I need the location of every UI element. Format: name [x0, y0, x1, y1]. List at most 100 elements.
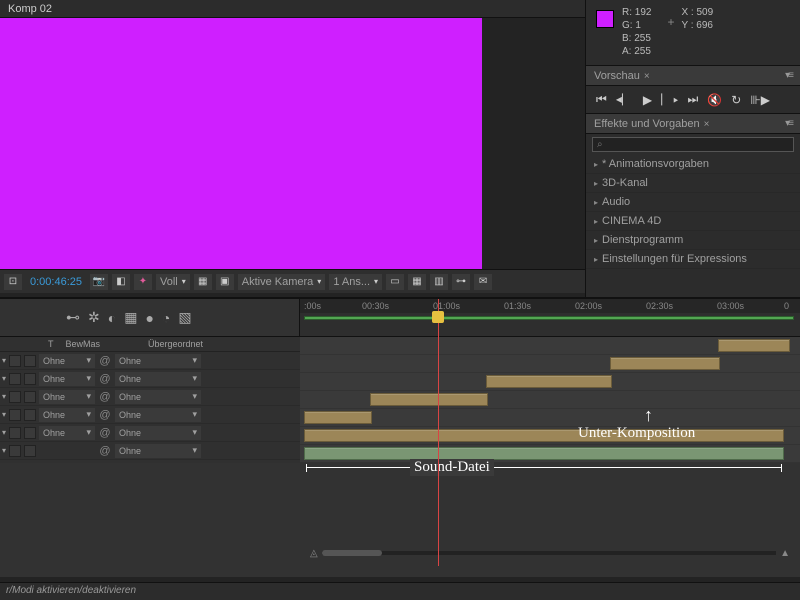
effects-category[interactable]: ▸CINEMA 4D	[586, 212, 800, 231]
pickwhip-icon[interactable]: @	[98, 408, 112, 422]
parent-dropdown[interactable]: Ohne▾	[115, 444, 201, 458]
motion-blur-icon[interactable]: ◐	[108, 310, 116, 326]
effects-category[interactable]: ▸3D-Kanal	[586, 174, 800, 193]
parent-dropdown[interactable]: Ohne▾	[115, 390, 201, 404]
effects-search-input[interactable]	[592, 137, 794, 152]
switch-toggle[interactable]	[9, 391, 21, 403]
effects-category[interactable]: ▸Einstellungen für Expressions	[586, 250, 800, 269]
zoom-handle[interactable]	[322, 550, 382, 556]
parent-dropdown[interactable]: Ohne▾	[115, 426, 201, 440]
play-icon[interactable]: ▶	[643, 93, 652, 107]
prev-frame-icon[interactable]: ◂⎸	[616, 92, 634, 107]
last-frame-icon[interactable]: ⏭	[688, 92, 699, 107]
mute-icon[interactable]: 🔇	[707, 93, 722, 107]
reset-exposure-icon[interactable]: ✉	[474, 274, 492, 290]
pickwhip-icon[interactable]: @	[98, 354, 112, 368]
track-row[interactable]	[300, 445, 800, 463]
chevron-down-icon[interactable]: ▾	[2, 446, 6, 455]
switch-toggle[interactable]	[9, 427, 21, 439]
magnify-icon[interactable]: ⊡	[4, 274, 22, 290]
views-dropdown[interactable]: 1 Ans...▾	[329, 274, 382, 290]
magnification-dropdown[interactable]: Voll▾	[156, 274, 190, 290]
track-area[interactable]: ↑ Unter-Komposition Sound-Datei	[300, 337, 800, 463]
loop-icon[interactable]: ↻	[731, 93, 741, 107]
graph-icon[interactable]: ▧	[178, 309, 191, 326]
parent-dropdown[interactable]: Ohne▾	[115, 372, 201, 386]
draft3d-icon[interactable]: ✲	[88, 309, 100, 326]
panel-menu-icon[interactable]: ▾≡	[785, 118, 792, 129]
effects-category[interactable]: ▸Audio	[586, 193, 800, 212]
graph-editor-icon[interactable]: ⊷	[66, 309, 80, 326]
composition-tab[interactable]: Komp 02	[0, 0, 585, 18]
next-frame-icon[interactable]: ⎸▸	[661, 92, 678, 107]
effects-category[interactable]: ▸Dienstprogramm	[586, 231, 800, 250]
parent-dropdown[interactable]: Ohne▾	[115, 408, 201, 422]
track-matte-dropdown[interactable]: Ohne▾	[39, 426, 95, 440]
track-row[interactable]	[300, 409, 800, 427]
pickwhip-icon[interactable]: @	[98, 390, 112, 404]
mask-icon[interactable]: ▣	[216, 274, 234, 290]
work-area-bar[interactable]	[304, 316, 794, 320]
track-matte-dropdown[interactable]: Ohne▾	[39, 372, 95, 386]
track-matte-dropdown[interactable]: Ohne▾	[39, 354, 95, 368]
layer-clip[interactable]	[610, 357, 720, 370]
parent-dropdown[interactable]: Ohne▾	[115, 354, 201, 368]
zoom-in-icon[interactable]: ▲	[776, 548, 794, 559]
track-row[interactable]	[300, 373, 800, 391]
layer-control-row[interactable]: ▾ Ohne▾@Ohne▾	[0, 352, 300, 370]
audio-clip[interactable]	[304, 447, 784, 460]
pickwhip-icon[interactable]: @	[98, 372, 112, 386]
pixel-aspect-icon[interactable]: ▭	[386, 274, 404, 290]
cti-playhead[interactable]	[432, 311, 444, 323]
close-icon[interactable]: ×	[704, 119, 710, 130]
chevron-down-icon[interactable]: ▾	[2, 374, 6, 383]
pickwhip-icon[interactable]: @	[98, 444, 112, 458]
grid-icon[interactable]: ▦	[194, 274, 212, 290]
fast-preview-icon[interactable]: ▦	[408, 274, 426, 290]
chevron-down-icon[interactable]: ▾	[2, 356, 6, 365]
effects-panel-header[interactable]: Effekte und Vorgaben× ▾≡	[586, 113, 800, 134]
switch-toggle[interactable]	[9, 409, 21, 421]
switch-toggle[interactable]	[24, 445, 36, 457]
switch-toggle[interactable]	[9, 445, 21, 457]
flowchart-icon[interactable]: ⊶	[452, 274, 470, 290]
layer-control-row[interactable]: ▾ Ohne▾@Ohne▾	[0, 406, 300, 424]
zoom-track[interactable]	[322, 551, 776, 555]
layer-control-row[interactable]: ▾ Ohne▾@Ohne▾	[0, 370, 300, 388]
frame-blend-icon[interactable]: ▦	[124, 309, 137, 326]
switch-toggle[interactable]	[24, 355, 36, 367]
layer-clip[interactable]	[370, 393, 488, 406]
effects-category[interactable]: ▸* Animationsvorgaben	[586, 155, 800, 174]
ram-preview-icon[interactable]: ⊪▶	[750, 93, 770, 107]
first-frame-icon[interactable]: ⏮	[596, 92, 607, 107]
track-row[interactable]	[300, 427, 800, 445]
switch-toggle[interactable]	[24, 391, 36, 403]
switch-toggle[interactable]	[24, 373, 36, 385]
timeline-zoom[interactable]: ◬ ▲	[300, 549, 800, 557]
track-row[interactable]	[300, 337, 800, 355]
switch-toggle[interactable]	[24, 427, 36, 439]
color-mgmt-icon[interactable]: ✦	[134, 274, 152, 290]
show-channel-icon[interactable]: ◧	[112, 274, 130, 290]
current-time-display[interactable]: 0:00:46:25	[26, 276, 86, 288]
precomp-clip[interactable]	[304, 429, 784, 442]
track-row[interactable]	[300, 355, 800, 373]
chevron-down-icon[interactable]: ▾	[2, 428, 6, 437]
time-ruler[interactable]: :00s 00:30s 01:00s 01:30s 02:00s 02:30s …	[300, 299, 800, 337]
snapshot-icon[interactable]: 📷	[90, 274, 108, 290]
panel-menu-icon[interactable]: ▾≡	[785, 70, 792, 81]
layer-clip[interactable]	[486, 375, 612, 388]
preview-panel-header[interactable]: Vorschau× ▾≡	[586, 65, 800, 86]
chevron-down-icon[interactable]: ▾	[2, 410, 6, 419]
zoom-out-icon[interactable]: ◬	[306, 548, 322, 559]
camera-dropdown[interactable]: Aktive Kamera▾	[238, 274, 326, 290]
switch-toggle[interactable]	[24, 409, 36, 421]
layer-clip[interactable]	[718, 339, 790, 352]
track-matte-dropdown[interactable]: Ohne▾	[39, 390, 95, 404]
layer-control-row[interactable]: ▾ Ohne▾@Ohne▾	[0, 424, 300, 442]
switch-toggle[interactable]	[9, 355, 21, 367]
layer-control-row[interactable]: ▾Ohne▾@Ohne▾	[0, 388, 300, 406]
pickwhip-icon[interactable]: @	[98, 426, 112, 440]
track-matte-dropdown[interactable]: Ohne▾	[39, 408, 95, 422]
timeline-icon[interactable]: ▥	[430, 274, 448, 290]
